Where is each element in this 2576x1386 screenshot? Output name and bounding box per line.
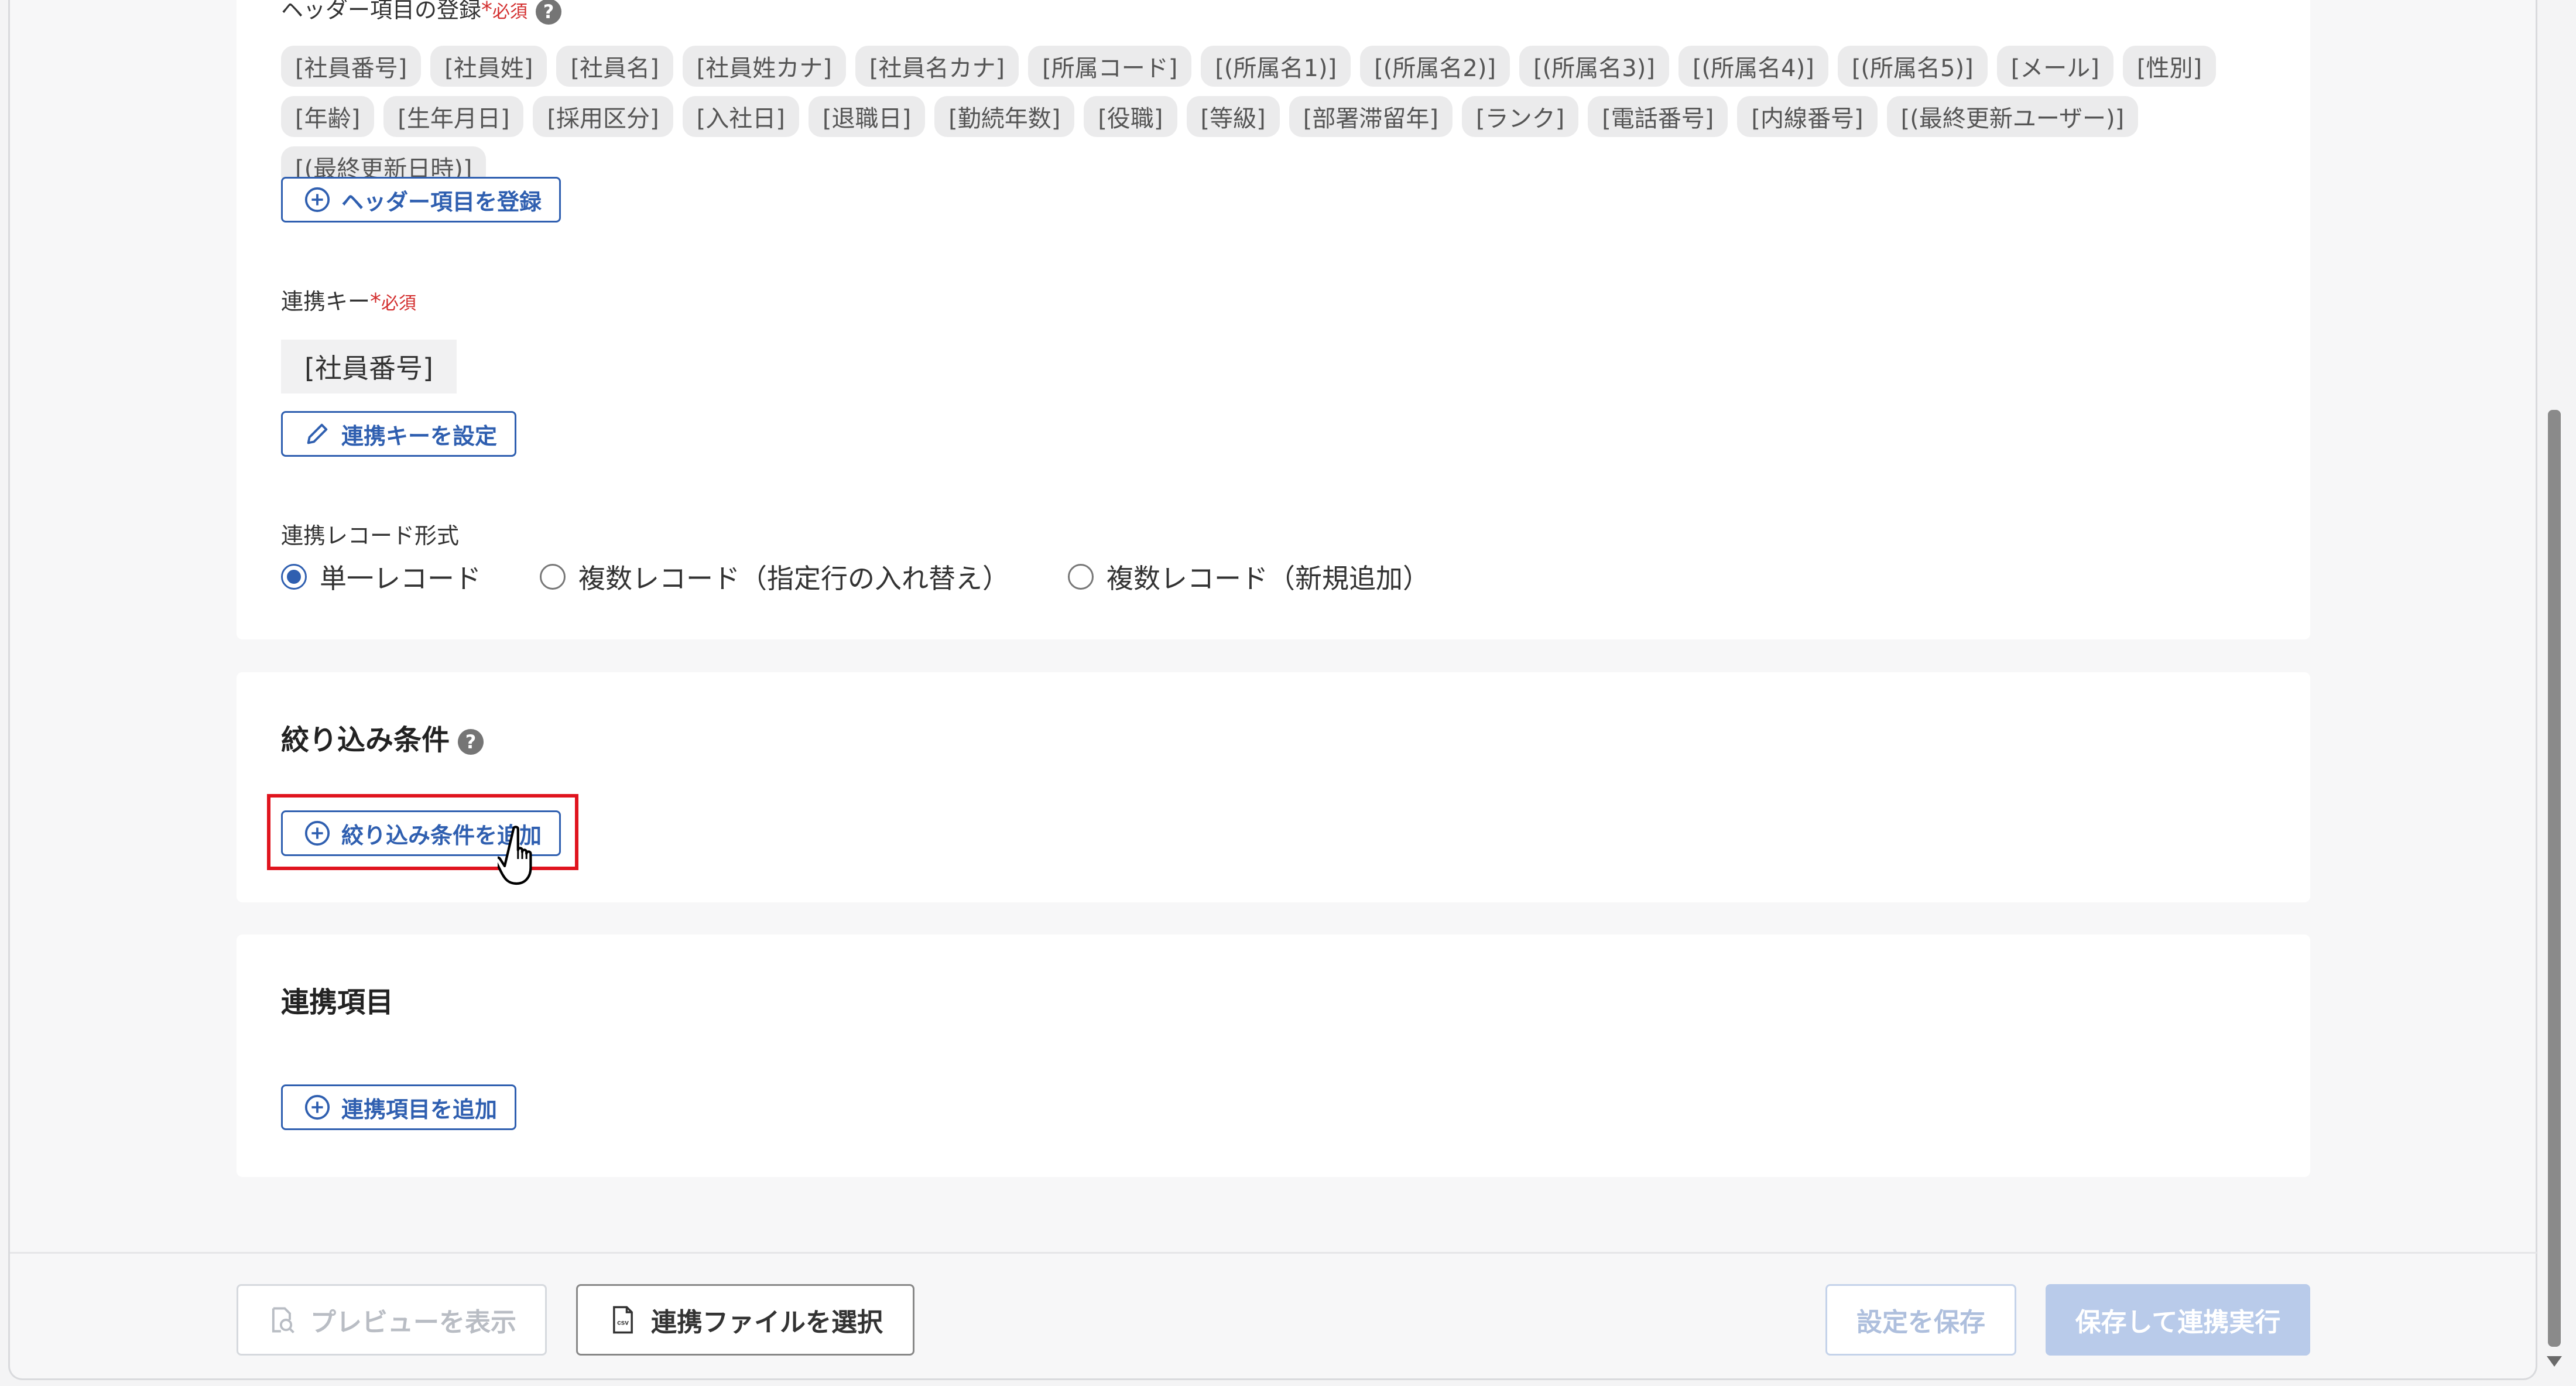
- plus-circle-icon: [304, 1094, 330, 1120]
- link-key-label: 連携キー*必須: [281, 289, 417, 314]
- record-format-option-2[interactable]: 複数レコード（指定行の入れ替え）: [540, 557, 1009, 596]
- add-link-item-button[interactable]: 連携項目を追加: [281, 1084, 517, 1130]
- pencil-icon: [307, 423, 328, 444]
- header-chip: [(所属名5)]: [1837, 46, 1988, 87]
- select-file-button[interactable]: csv 連携ファイルを選択: [576, 1284, 914, 1356]
- header-chip-list: [社員番号] [社員姓] [社員名] [社員姓カナ] [社員名カナ] [所属コード] [(所…: [281, 46, 2283, 197]
- header-items-label: ヘッダー項目の登録*必須?: [281, 0, 562, 25]
- record-format-option-3[interactable]: 複数レコード（新規追加）: [1068, 557, 1430, 596]
- header-chip: [社員名カナ]: [855, 46, 1019, 87]
- header-chip: [(所属名2)]: [1360, 46, 1510, 87]
- footer-divider: [10, 1252, 2537, 1254]
- help-icon[interactable]: ?: [536, 0, 562, 25]
- header-chip: [社員姓]: [430, 46, 547, 87]
- save-settings-button[interactable]: 設定を保存: [1825, 1284, 2016, 1356]
- header-chip: [社員姓カナ]: [682, 46, 846, 87]
- link-items-card: 連携項目 連携項目を追加: [237, 935, 2310, 1177]
- header-chip: [入社日]: [682, 96, 799, 137]
- link-items-section-title: 連携項目: [281, 986, 394, 1019]
- header-chip: [所属コード]: [1028, 46, 1192, 87]
- header-chip: [部署滞留年]: [1289, 96, 1453, 137]
- plus-circle-icon: [304, 187, 330, 213]
- vertical-scrollbar[interactable]: [2544, 0, 2563, 1380]
- header-chip: [(最終更新ユーザー)]: [1886, 96, 2139, 137]
- header-chip: [退職日]: [808, 96, 926, 137]
- record-format-radio-group: 単一レコード 複数レコード（指定行の入れ替え） 複数レコード（新規追加）: [281, 557, 1488, 596]
- register-header-button[interactable]: ヘッダー項目を登録: [281, 177, 561, 223]
- header-chip: [年齢]: [281, 96, 375, 137]
- link-key-value: [社員番号]: [281, 340, 457, 393]
- csv-file-icon: csv: [613, 1306, 633, 1334]
- settings-card: ヘッダー項目の登録*必須? [社員番号] [社員姓] [社員名] [社員姓カナ] [社員…: [237, 0, 2310, 639]
- radio-button[interactable]: [281, 564, 307, 590]
- header-chip: [生年月日]: [383, 96, 524, 137]
- radio-label: 単一レコード: [320, 563, 481, 594]
- header-chip: [社員番号]: [281, 46, 422, 87]
- record-format-option-1[interactable]: 単一レコード: [281, 557, 481, 596]
- preview-button[interactable]: プレビューを表示: [237, 1284, 547, 1356]
- header-chip: [勤続年数]: [934, 96, 1075, 137]
- header-chip: [内線番号]: [1737, 96, 1878, 137]
- scroll-down-arrow-icon[interactable]: [2547, 1356, 2562, 1367]
- header-chip: [電話番号]: [1588, 96, 1728, 137]
- header-chip: [(所属名4)]: [1678, 46, 1828, 87]
- radio-button[interactable]: [1068, 564, 1094, 590]
- header-chip: [等級]: [1186, 96, 1280, 137]
- radio-button[interactable]: [540, 564, 566, 590]
- preview-search-icon: [272, 1307, 294, 1334]
- header-chip: [ランク]: [1461, 96, 1579, 137]
- svg-text:csv: csv: [617, 1319, 629, 1327]
- header-chip: [採用区分]: [533, 96, 673, 137]
- hand-cursor-icon: [498, 826, 532, 885]
- header-chip: [性別]: [2122, 46, 2217, 87]
- scrollbar-thumb[interactable]: [2548, 410, 2561, 1347]
- filter-section-title: 絞り込み条件?: [281, 717, 484, 758]
- header-chip: [(所属名3)]: [1519, 46, 1669, 87]
- radio-label: 複数レコード（指定行の入れ替え）: [578, 563, 1009, 594]
- radio-label: 複数レコード（新規追加）: [1107, 563, 1430, 594]
- help-icon[interactable]: ?: [458, 729, 484, 755]
- header-chip: [社員名]: [556, 46, 673, 87]
- set-link-key-button[interactable]: 連携キーを設定: [281, 411, 517, 457]
- record-format-label: 連携レコード形式: [281, 523, 460, 549]
- header-chip: [役職]: [1084, 96, 1177, 137]
- header-chip: [(所属名1)]: [1201, 46, 1351, 87]
- save-and-run-button[interactable]: 保存して連携実行: [2046, 1284, 2310, 1356]
- header-chip: [メール]: [1996, 46, 2113, 87]
